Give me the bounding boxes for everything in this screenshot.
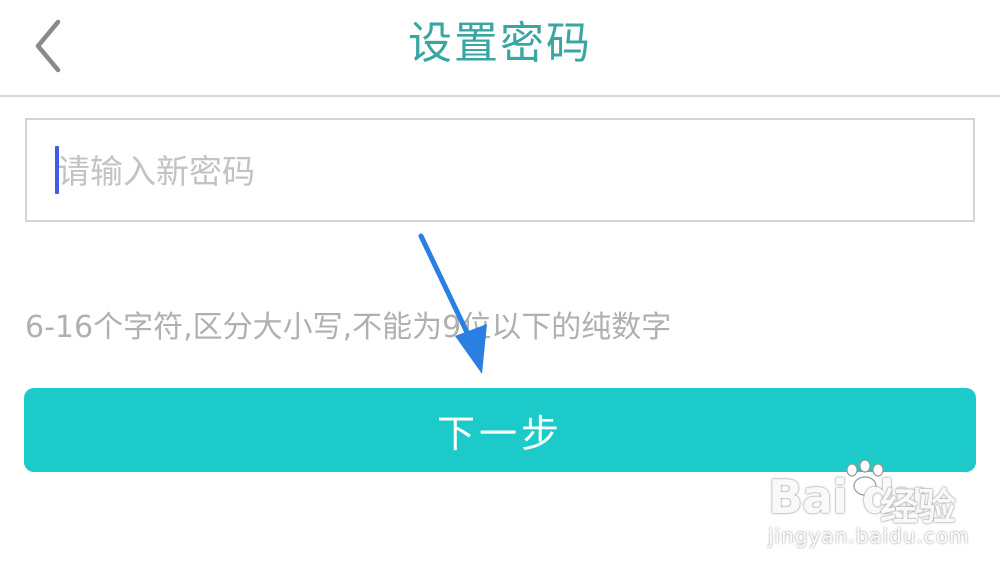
set-password-screen: 设置密码 6-16个字符,区分大小写,不能为9位以下的纯数字 下一步 Bai d… (0, 0, 1000, 568)
new-password-field[interactable] (25, 118, 975, 222)
text-caret (55, 146, 59, 194)
page-title: 设置密码 (408, 18, 592, 69)
watermark-url: jingyan.baidu.com (768, 524, 970, 548)
password-rules-hint: 6-16个字符,区分大小写,不能为9位以下的纯数字 (25, 310, 672, 345)
baidu-watermark: Bai du 经验 jingyan.baidu.com (760, 460, 990, 560)
watermark-brand: 经验 (880, 485, 957, 529)
navigation-bar: 设置密码 (0, 0, 1000, 97)
new-password-input[interactable] (55, 120, 939, 222)
